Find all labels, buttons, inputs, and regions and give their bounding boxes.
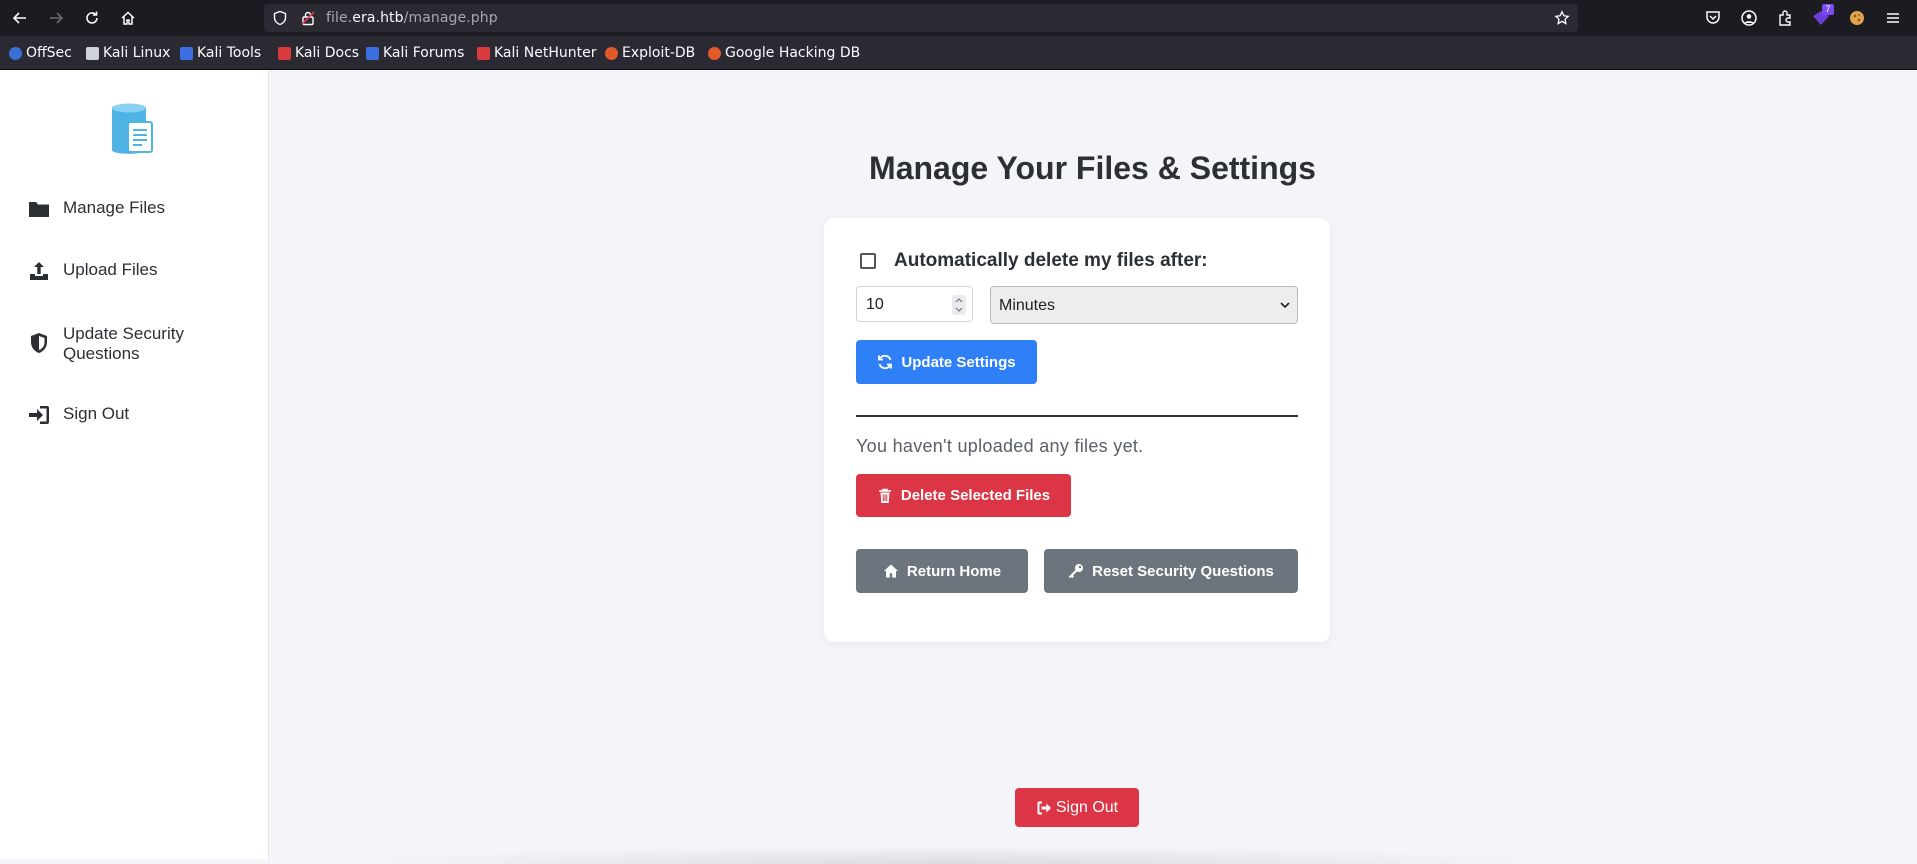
kali-dragon-icon (86, 46, 99, 60)
google-hacking-db-icon (708, 46, 721, 60)
cookie-icon[interactable] (1848, 9, 1866, 27)
sidebar-item-update-security-questions[interactable]: Update Security Questions (28, 324, 228, 364)
auto-delete-amount-input[interactable]: 10 (856, 286, 973, 322)
bookmark-google-hacking-db[interactable]: Google Hacking DB (708, 44, 860, 62)
home-icon (121, 11, 135, 25)
sidebar-item-label: Update Security Questions (63, 324, 184, 363)
sidebar-item-label: Sign Out (63, 404, 130, 423)
sidebar-item-upload-files[interactable]: Upload Files (28, 260, 158, 282)
shield-icon (273, 10, 287, 26)
bookmark-kali-linux[interactable]: Kali Linux (86, 44, 170, 62)
bookmark-exploit-db[interactable]: Exploit-DB (605, 44, 695, 62)
reload-button[interactable] (78, 6, 106, 30)
address-bar[interactable]: file.era.htb/manage.php (264, 4, 1578, 32)
page-title: Manage Your Files & Settings (869, 150, 1316, 186)
page-content: Manage Files Upload Files Update Securit… (0, 70, 1917, 864)
footer-shadow (330, 846, 1570, 864)
offsec-icon (9, 46, 22, 60)
extension-badge: 7 (1822, 4, 1834, 15)
bookmark-kali-forums[interactable]: Kali Forums (366, 44, 464, 62)
url-path: /manage.php (403, 10, 498, 26)
bookmark-label: Google Hacking DB (725, 45, 861, 61)
kali-docs-icon (278, 46, 291, 60)
sidebar: Manage Files Upload Files Update Securit… (0, 70, 269, 859)
bookmark-label: Exploit-DB (622, 45, 696, 61)
arrow-left-icon (12, 12, 26, 24)
number-stepper[interactable] (952, 295, 966, 315)
account-icon[interactable] (1740, 9, 1758, 27)
sidebar-item-label: Manage Files (63, 198, 166, 217)
back-button[interactable] (6, 6, 34, 30)
bookmark-kali-nethunter[interactable]: Kali NetHunter (477, 44, 596, 62)
sidebar-item-sign-out[interactable]: Sign Out (28, 404, 129, 426)
update-settings-label: Update Settings (901, 353, 1016, 371)
url-host-prefix: file. (326, 10, 353, 26)
kali-nethunter-icon (477, 46, 490, 60)
empty-files-message: You haven't uploaded any files yet. (856, 436, 1144, 456)
chevron-up-icon (955, 298, 963, 303)
pocket-icon[interactable] (1704, 9, 1722, 27)
home-icon (883, 564, 898, 578)
trash-icon (878, 488, 891, 503)
upload-icon (30, 262, 48, 280)
arrow-right-icon (50, 12, 64, 24)
settings-card: Automatically delete my files after: 10 … (824, 218, 1330, 642)
chevron-down-icon (955, 307, 963, 312)
folder-icon (29, 202, 49, 217)
bookmark-kali-tools[interactable]: Kali Tools (180, 44, 261, 62)
section-divider (856, 415, 1298, 417)
shield-icon (31, 333, 47, 353)
star-icon[interactable] (1554, 10, 1570, 26)
kali-forums-icon (366, 46, 379, 60)
sign-out-button[interactable]: Sign Out (1015, 788, 1139, 827)
sidebar-item-manage-files[interactable]: Manage Files (28, 198, 165, 220)
url-host: era.htb (352, 10, 404, 26)
return-home-button[interactable]: Return Home (856, 549, 1028, 593)
sync-icon (878, 354, 893, 370)
bookmark-label: Kali Docs (295, 45, 360, 61)
extensions-icon[interactable] (1776, 9, 1794, 27)
reset-security-questions-label: Reset Security Questions (1092, 562, 1274, 580)
extension-button[interactable]: 7 (1810, 4, 1834, 28)
bookmark-offsec[interactable]: OffSec (9, 44, 72, 62)
key-icon (1068, 564, 1084, 579)
bookmark-label: Kali NetHunter (494, 45, 597, 61)
delete-selected-files-button[interactable]: Delete Selected Files (856, 474, 1071, 517)
home-button[interactable] (114, 6, 142, 30)
sidebar-item-label: Upload Files (63, 260, 158, 279)
sign-out-icon (1037, 801, 1051, 814)
menu-icon[interactable] (1884, 9, 1902, 27)
reset-security-questions-button[interactable]: Reset Security Questions (1044, 549, 1298, 593)
auto-delete-amount-value: 10 (866, 296, 884, 313)
delete-selected-files-label: Delete Selected Files (900, 487, 1051, 504)
update-settings-button[interactable]: Update Settings (856, 340, 1037, 384)
chevron-down-icon (1280, 302, 1290, 309)
file-database-logo-icon (112, 103, 153, 154)
kali-tools-icon (180, 46, 193, 60)
sign-out-label: Sign Out (1055, 798, 1119, 816)
browser-toolbar: file.era.htb/manage.php 7 (0, 0, 1917, 36)
bookmark-label: Kali Forums (383, 45, 465, 61)
forward-button[interactable] (42, 6, 70, 30)
reload-icon (86, 11, 98, 24)
url-text: file.era.htb/manage.php (326, 10, 498, 26)
bookmark-kali-docs[interactable]: Kali Docs (278, 44, 359, 62)
bookmark-label: Kali Linux (103, 45, 171, 61)
lock-insecure-icon[interactable] (300, 10, 316, 26)
return-home-label: Return Home (906, 562, 1002, 580)
sign-in-icon (29, 406, 49, 424)
auto-delete-unit-select[interactable]: Minutes (990, 286, 1298, 324)
exploit-db-icon (605, 46, 618, 60)
auto-delete-checkbox[interactable] (860, 253, 876, 269)
bookmarks-bar: OffSec Kali Linux Kali Tools Kali Docs K… (0, 36, 1917, 70)
bookmark-label: OffSec (26, 45, 72, 61)
auto-delete-unit-value: Minutes (999, 297, 1056, 314)
auto-delete-label: Automatically delete my files after: (894, 250, 1208, 271)
bookmark-label: Kali Tools (197, 45, 262, 61)
